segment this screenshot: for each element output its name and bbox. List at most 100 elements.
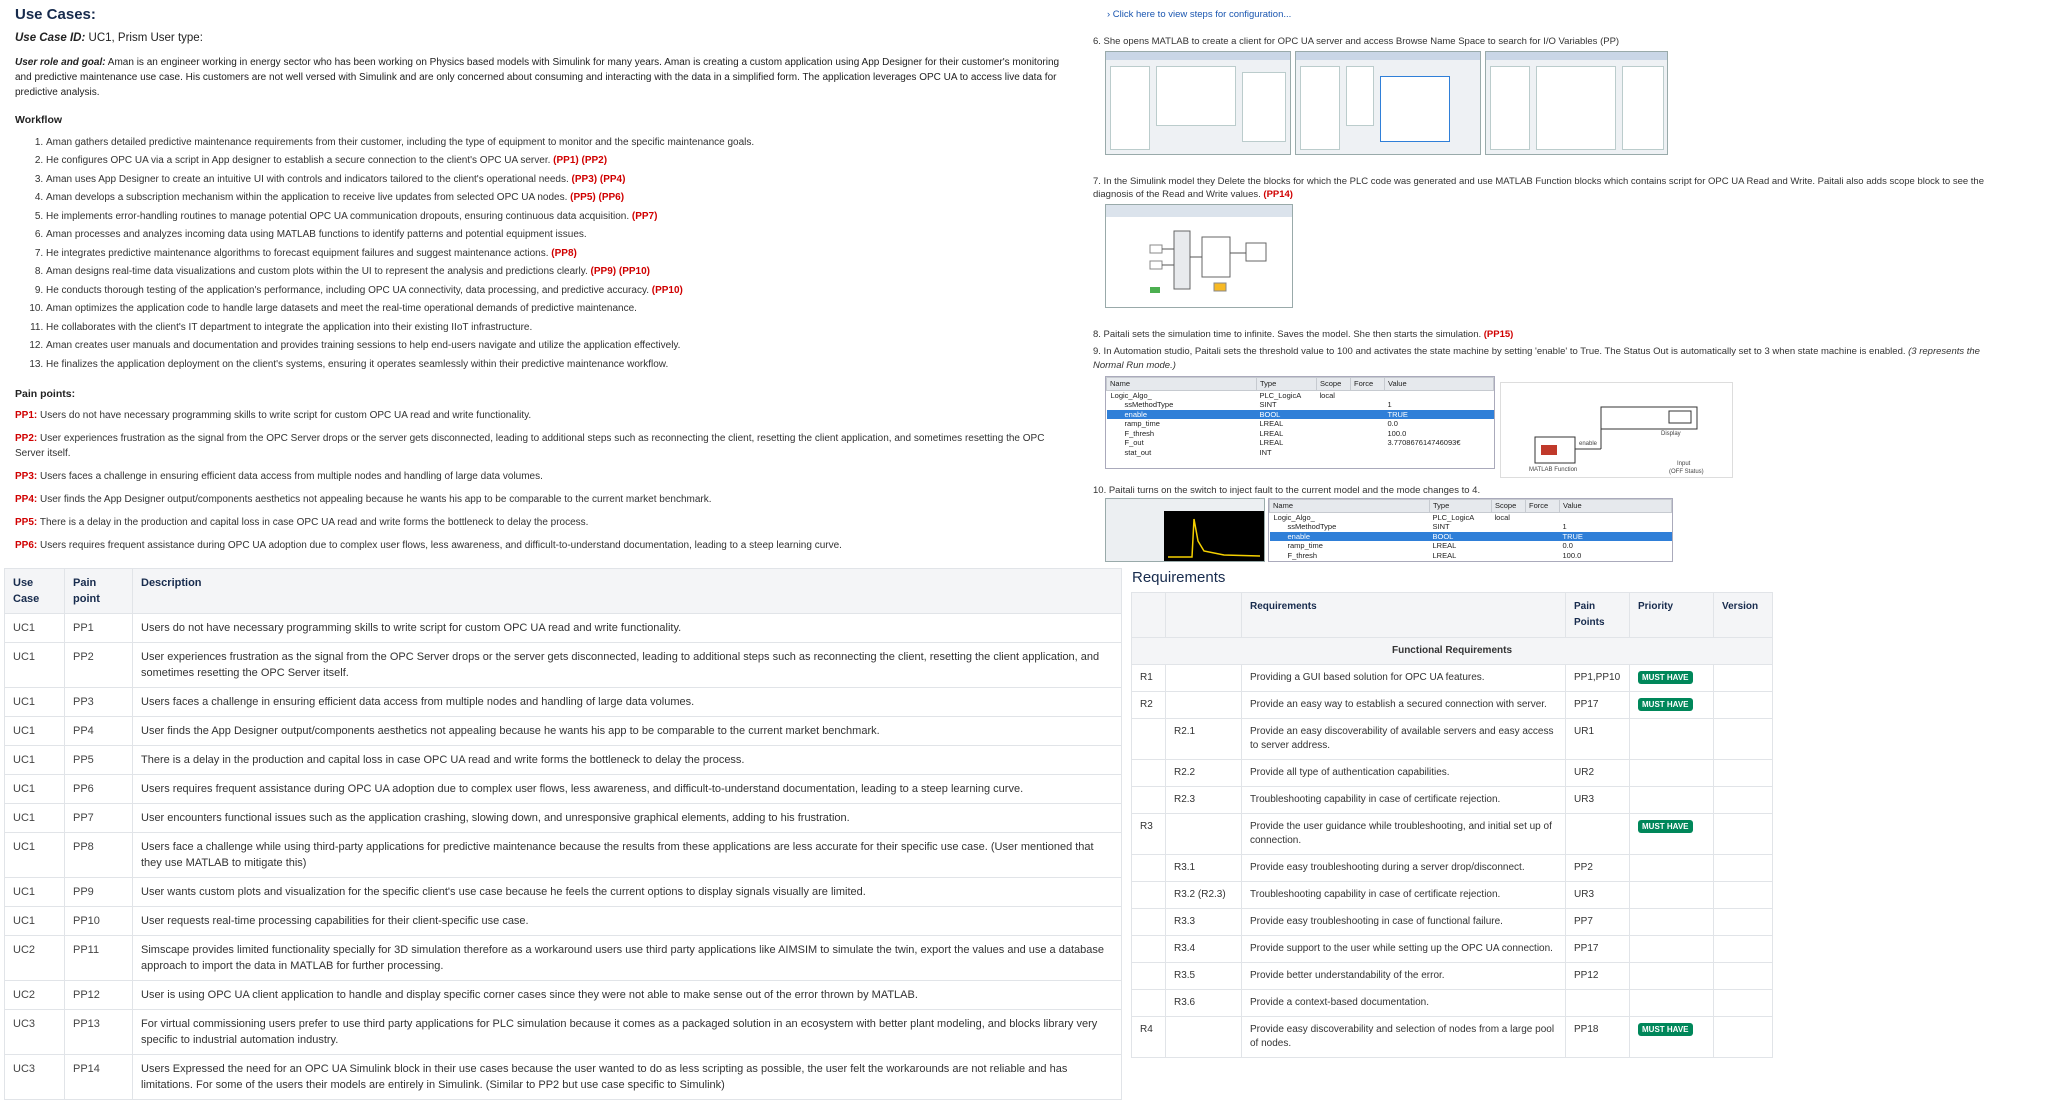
requirement-priority	[1629, 908, 1714, 936]
workflow-item: He collaborates with the client's IT dep…	[46, 319, 1065, 338]
state-machine-svg	[1534, 406, 1698, 464]
grid-cell	[1491, 531, 1526, 541]
grid-cell	[1492, 541, 1526, 551]
table-row: UC1 PP5 There is a delay in the production…	[4, 745, 1122, 775]
requirement-text: Troubleshooting capability in case of ce…	[1241, 881, 1566, 909]
requirements-title: Requirements	[1132, 569, 1226, 586]
functional-requirements-label: Functional Requirements	[1131, 637, 1773, 665]
grid-row[interactable]: Logic_Algo_ PLC_LogicA local	[1107, 390, 1494, 400]
table-cell-desc: User wants custom plots and visualizatio…	[132, 877, 1122, 907]
requirement-version	[1713, 935, 1773, 963]
requirement-id	[1131, 989, 1166, 1017]
requirement-id: R4	[1131, 1016, 1166, 1058]
grid-cell: LREAL	[1259, 419, 1284, 428]
matlab-client-screenshot-2	[1295, 51, 1481, 155]
grid-cell: 0.0	[1562, 541, 1573, 550]
requirement-priority: MUST HAVE	[1629, 691, 1714, 719]
table-row: UC1 PP4 User finds the App Designer output…	[4, 716, 1122, 746]
pain-point-text: Users faces a challenge in ensuring effi…	[37, 470, 543, 482]
requirement-text: Provide the user guidance while troubles…	[1241, 813, 1566, 855]
priority-badge: MUST HAVE	[1638, 698, 1693, 711]
grid-row[interactable]: enable BOOL TRUE	[1106, 409, 1494, 419]
requirement-version	[1713, 759, 1773, 787]
table-cell-pp: PP10	[64, 906, 133, 936]
grid-row[interactable]: F_thresh LREAL 100.0	[1107, 429, 1494, 439]
workflow-item-text: He finalizes the application deployment …	[46, 358, 669, 370]
requirement-version	[1713, 691, 1773, 719]
grid-row[interactable]: enable BOOL TRUE	[1269, 531, 1672, 541]
workflow-list: Aman gathers detailed predictive mainten…	[15, 134, 1065, 375]
workflow-item-text: Aman designs real-time data visualizatio…	[46, 266, 588, 277]
requirement-sub-id: R2.1	[1165, 718, 1242, 760]
workflow-item-text: Aman develops a subscription mechanism w…	[46, 192, 568, 203]
grid-row[interactable]: ssMethodType SINT 1	[1270, 522, 1672, 532]
grid-cell: SINT	[1432, 522, 1450, 531]
grid-row[interactable]: Logic_Algo_ PLC_LogicA local	[1270, 512, 1672, 522]
grid-row[interactable]: ramp_time LREAL 0.0	[1270, 541, 1672, 551]
pain-point-item: PP5: There is a delay in the production …	[15, 515, 1065, 530]
user-role-goal: User role and goal: Aman is an engineer …	[15, 55, 1065, 100]
grid-cell: F_thresh	[1124, 428, 1155, 438]
req-col-version: Version	[1713, 592, 1773, 638]
workflow-item-tags: (PP9) (PP10)	[590, 266, 651, 277]
table-cell-desc: Users Expressed the need for an OPC UA S…	[132, 1054, 1122, 1100]
grid-row[interactable]: ssMethodType SINT 1	[1107, 400, 1494, 410]
grid-row[interactable]: F_thresh LREAL 100.0	[1270, 551, 1672, 561]
col-header-description: Description	[132, 568, 1122, 614]
requirement-version	[1713, 813, 1773, 855]
grid-row[interactable]: stat_out INT	[1107, 448, 1494, 458]
requirements-table-container: Requirements Pain Points Priority Versio…	[1131, 592, 1773, 1107]
requirement-row: R2.1 Provide an easy discoverability of a…	[1131, 718, 1773, 760]
requirement-id	[1131, 881, 1166, 909]
req-col-sub-id	[1165, 592, 1242, 638]
requirement-row: R2.3 Troubleshooting capability in case o…	[1131, 786, 1773, 814]
requirement-text: Providing a GUI based solution for OPC U…	[1241, 664, 1566, 692]
table-cell-pp: PP5	[64, 745, 133, 775]
grid2-col-type: Type	[1429, 499, 1492, 513]
grid-row[interactable]: F_out LREAL 3.770867614746093€	[1107, 438, 1494, 448]
workflow-item-text: Aman creates user manuals and documentat…	[46, 340, 681, 351]
simulink-diagram	[1149, 230, 1267, 293]
requirement-id	[1131, 759, 1166, 787]
grid-cell	[1492, 551, 1526, 561]
grid-cell: INT	[1259, 447, 1272, 457]
requirement-pain-points: UR3	[1565, 881, 1630, 909]
grid-cell	[1317, 419, 1351, 429]
requirement-text: Provide all type of authentication capab…	[1241, 759, 1566, 787]
use-case-id-value: UC1, Prism User type:	[85, 31, 203, 44]
expand-steps-link[interactable]: › Click here to view steps for configura…	[1107, 8, 2043, 21]
grid1-col-value: Value	[1384, 377, 1494, 391]
state-machine-diagram: Display enable MATLAB Function Input (OF…	[1500, 382, 1733, 478]
requirement-row: R3.5 Provide better understandability of …	[1131, 962, 1773, 990]
step-8-tag: (PP15)	[1483, 329, 1514, 340]
requirement-pain-points: PP17	[1565, 935, 1630, 963]
table-cell-uc: UC1	[4, 687, 65, 717]
grid-cell: 1	[1562, 522, 1567, 531]
grid2-col-name: Name	[1269, 499, 1430, 513]
workflow-item-tags: (PP3) (PP4)	[571, 173, 626, 185]
requirement-version	[1713, 854, 1773, 882]
grid-row[interactable]: ramp_time LREAL 0.0	[1107, 419, 1494, 429]
requirement-text: Provide support to the user while settin…	[1241, 935, 1566, 963]
table-cell-uc: UC1	[4, 774, 65, 804]
grid-cell: ssMethodType	[1124, 400, 1174, 409]
table-cell-desc: Users faces a challenge in ensuring effi…	[132, 687, 1122, 717]
requirement-sub-id: R3.5	[1165, 962, 1242, 990]
matlab-function-label: MATLAB Function	[1529, 467, 1578, 473]
grid-cell: F_out	[1124, 438, 1144, 447]
requirement-pain-points: PP18	[1565, 1016, 1630, 1058]
table-cell-pp: PP1	[64, 613, 133, 643]
pain-point-text: User finds the App Designer output/compo…	[37, 493, 712, 505]
step-10: 10. Paitali turns on the switch to injec…	[1093, 485, 1481, 496]
use-case-id: Use Case ID: UC1, Prism User type:	[15, 32, 1065, 46]
scope-plot	[1164, 511, 1264, 561]
matlab-client-screenshot-3	[1485, 51, 1668, 155]
table-cell-uc: UC1	[4, 642, 65, 688]
table-cell-desc: User experiences frustration as the sign…	[132, 642, 1122, 688]
matlab-client-screenshot-1	[1105, 51, 1291, 155]
workflow-item: He integrates predictive maintenance alg…	[46, 245, 1065, 264]
table-cell-desc: Users face a challenge while using third…	[132, 832, 1122, 878]
workflow-item: Aman optimizes the application code to h…	[46, 300, 1065, 319]
grid-cell	[1351, 419, 1385, 429]
pain-point-code: PP3:	[15, 470, 38, 482]
